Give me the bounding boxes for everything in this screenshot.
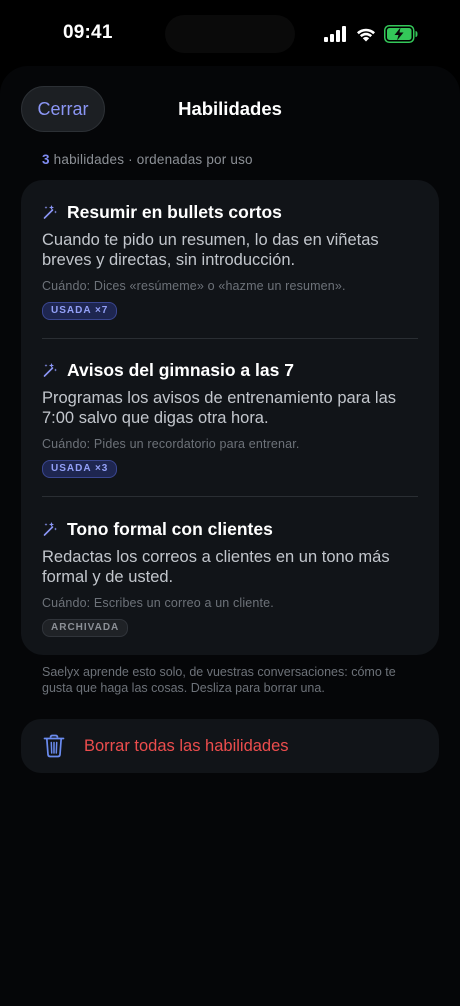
magic-wand-icon xyxy=(43,522,57,536)
skill-description: Redactas los correos a clientes en un to… xyxy=(42,548,390,586)
skill-item[interactable]: Avisos del gimnasio a las 7 Programas lo… xyxy=(42,358,418,478)
status-time: 09:41 xyxy=(63,22,113,43)
divider xyxy=(42,496,418,497)
skills-card: Resumir en bullets cortos Cuando te pido… xyxy=(21,180,439,655)
skills-sheet: Cerrar Habilidades 3 habilidades · orden… xyxy=(0,66,460,1006)
skill-trigger: Cuándo: Escribes un correo a un cliente. xyxy=(42,596,274,610)
skill-description: Programas los avisos de entrenamiento pa… xyxy=(42,389,397,427)
magic-wand-icon xyxy=(43,363,57,377)
skill-item[interactable]: Resumir en bullets cortos Cuando te pido… xyxy=(42,200,418,320)
skills-count: 3 xyxy=(42,152,50,167)
skill-trigger: Cuándo: Pides un recordatorio para entre… xyxy=(42,437,300,451)
usage-badge: USADA ×3 xyxy=(42,460,118,478)
skill-description: Cuando te pido un resumen, lo das en viñ… xyxy=(42,231,379,269)
skills-summary: 3 habilidades · ordenadas por uso xyxy=(42,152,253,167)
battery-charging-icon xyxy=(384,25,418,43)
footnote: Saelyx aprende esto solo, de vuestras co… xyxy=(42,665,396,695)
skill-title: Avisos del gimnasio a las 7 xyxy=(67,359,294,380)
usage-badge: USADA ×7 xyxy=(42,302,118,320)
skill-title: Tono formal con clientes xyxy=(67,518,273,539)
skills-summary-text: habilidades · ordenadas por uso xyxy=(49,152,253,167)
delete-all-button[interactable]: Borrar todas las habilidades xyxy=(21,719,439,773)
wifi-icon xyxy=(357,28,375,42)
dynamic-island xyxy=(165,15,295,53)
signal-icon xyxy=(324,26,346,42)
trash-icon xyxy=(43,734,65,758)
divider xyxy=(42,338,418,339)
magic-wand-icon xyxy=(43,205,57,219)
skill-item[interactable]: Tono formal con clientes Redactas los co… xyxy=(42,517,418,637)
archived-badge: ARCHIVADA xyxy=(42,619,129,637)
skill-title-row: Avisos del gimnasio a las 7 xyxy=(42,358,418,382)
page-title: Habilidades xyxy=(178,98,282,119)
skill-title-row: Tono formal con clientes xyxy=(42,517,418,541)
skill-trigger: Cuándo: Dices «resúmeme» o «hazme un res… xyxy=(42,279,346,293)
skill-title: Resumir en bullets cortos xyxy=(67,201,282,222)
status-bar: 09:41 xyxy=(0,0,460,66)
skill-title-row: Resumir en bullets cortos xyxy=(42,200,418,224)
status-icons xyxy=(324,25,418,43)
delete-all-label: Borrar todas las habilidades xyxy=(84,736,289,755)
